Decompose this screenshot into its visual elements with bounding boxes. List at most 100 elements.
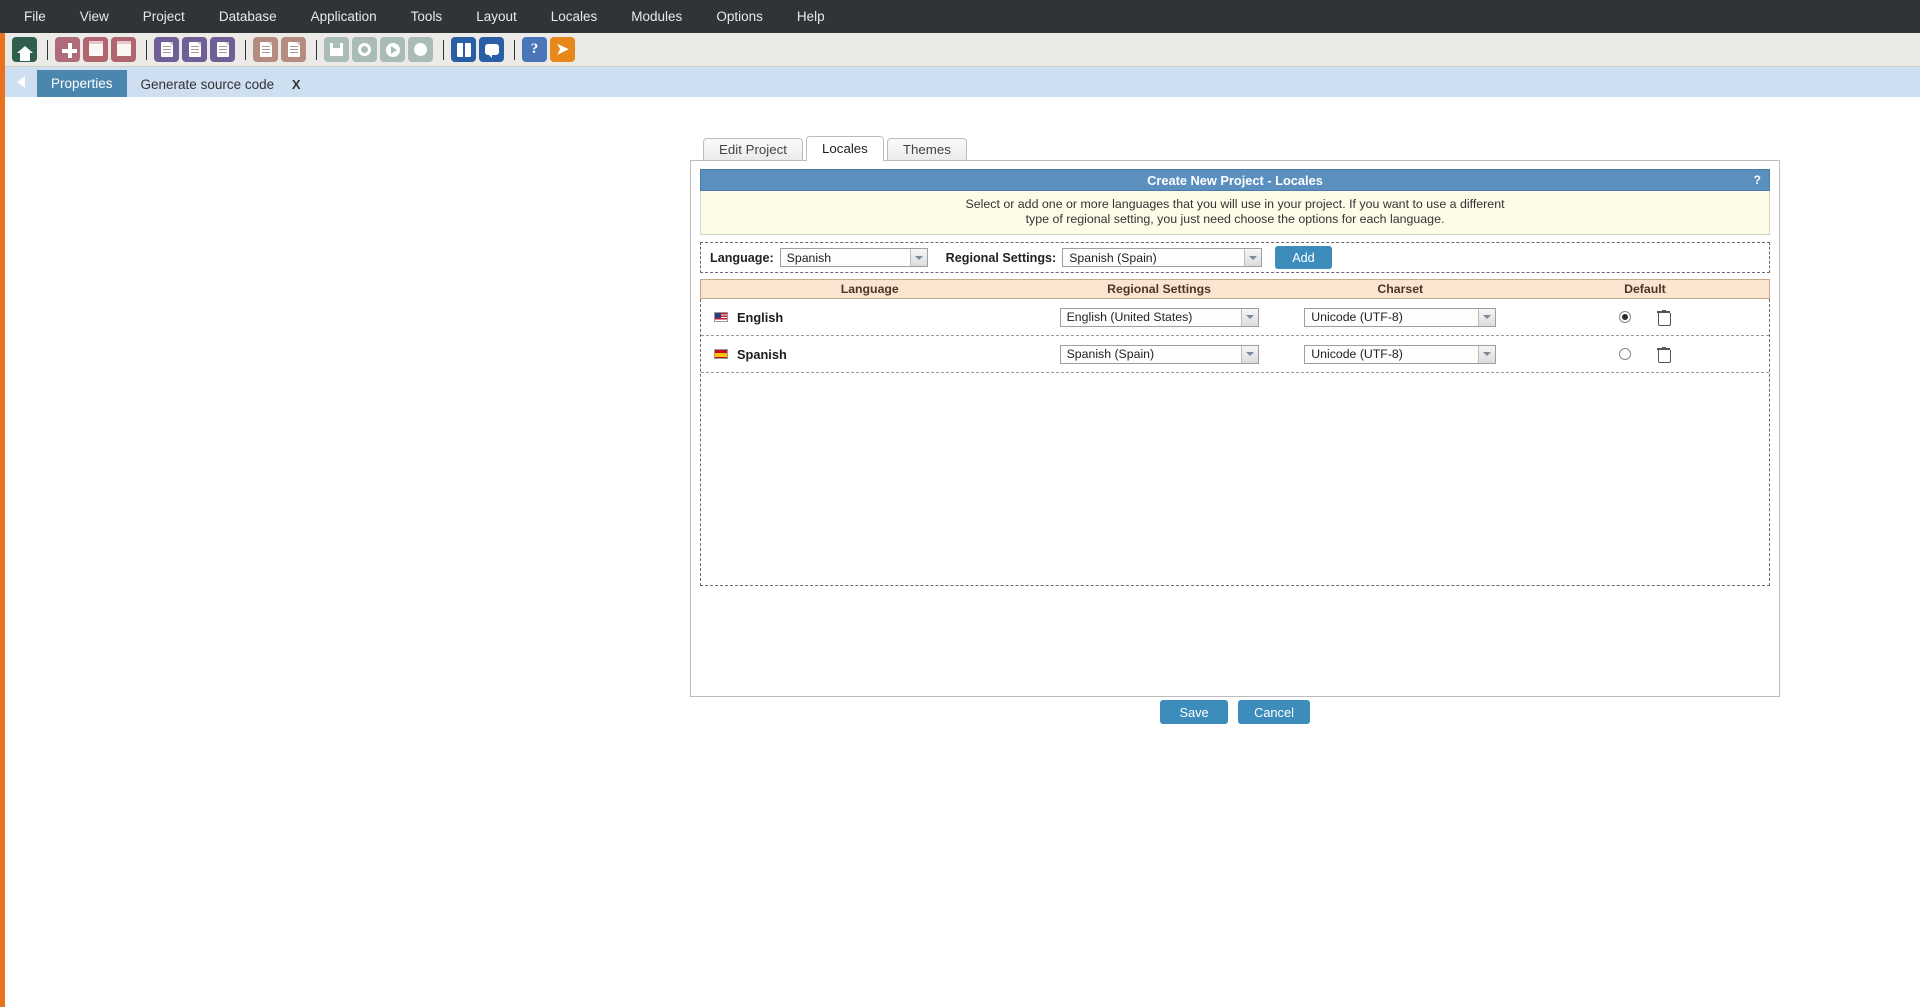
english-row-trash-icon[interactable] bbox=[1657, 309, 1672, 326]
regional-settings-label: Regional Settings: bbox=[945, 250, 1057, 265]
table-header-row: Language Regional Settings Charset Defau… bbox=[700, 279, 1770, 299]
english-row-charset-cell: Unicode (UTF-8) bbox=[1280, 307, 1521, 327]
english-row-default-cell bbox=[1521, 309, 1769, 326]
panel-title-bar: Create New Project - Locales ? bbox=[700, 169, 1770, 191]
menu-item-locales[interactable]: Locales bbox=[534, 0, 615, 33]
regional-settings-select[interactable]: Spanish (Spain) bbox=[1062, 248, 1263, 267]
help-icon[interactable]: ? bbox=[522, 37, 547, 62]
manual-icon[interactable] bbox=[451, 37, 476, 62]
english-row-default-radio[interactable] bbox=[1619, 311, 1632, 323]
new-project-icon[interactable] bbox=[55, 37, 80, 62]
language-select-value: Spanish bbox=[786, 250, 832, 265]
document-tabstrip: Properties Generate source code X bbox=[5, 67, 1920, 97]
menu-item-help[interactable]: Help bbox=[780, 0, 842, 33]
spanish-row-regional-cell: Spanish (Spain) bbox=[1039, 344, 1280, 364]
toolbar-divider bbox=[443, 39, 444, 60]
menu-item-application[interactable]: Application bbox=[294, 0, 394, 33]
left-accent-rail-top bbox=[0, 0, 5, 33]
column-header-charset: Charset bbox=[1377, 282, 1424, 296]
info-message-line1: Select or add one or more languages that… bbox=[965, 197, 1505, 211]
run-icon[interactable] bbox=[380, 37, 405, 62]
spanish-regional-select-value: Spanish (Spain) bbox=[1066, 347, 1155, 361]
column-header-default: Default bbox=[1624, 282, 1666, 296]
copy-document-icon[interactable] bbox=[281, 37, 306, 62]
dialog-tab-edit-project-label: Edit Project bbox=[719, 142, 787, 157]
list-applications-icon[interactable] bbox=[210, 37, 235, 62]
chevron-down-icon[interactable] bbox=[1478, 308, 1496, 326]
add-locale-row: Language: Spanish Regional Settings: Spa… bbox=[700, 242, 1770, 273]
dialog-tab-themes[interactable]: Themes bbox=[886, 138, 967, 161]
menu-item-modules[interactable]: Modules bbox=[614, 0, 699, 33]
table-body: English English (United States) Unicode … bbox=[700, 299, 1770, 586]
flag-us-icon bbox=[714, 312, 728, 322]
deploy-icon[interactable] bbox=[408, 37, 433, 62]
locales-dialog: Edit Project Locales Themes Create New P… bbox=[690, 135, 1780, 697]
new-application-icon[interactable] bbox=[154, 37, 179, 62]
english-row-regional-cell: English (United States) bbox=[1039, 307, 1280, 327]
chevron-down-icon[interactable] bbox=[1240, 345, 1258, 363]
new-document-icon[interactable] bbox=[253, 37, 278, 62]
tab-generate-source-code[interactable]: Generate source code X bbox=[127, 72, 315, 97]
toolbar-divider bbox=[245, 39, 246, 60]
row-language-name: Spanish bbox=[737, 346, 787, 362]
toolbar-divider bbox=[146, 39, 147, 60]
menu-item-layout[interactable]: Layout bbox=[459, 0, 534, 33]
column-header-regional: Regional Settings bbox=[1107, 282, 1211, 296]
row-language-name: English bbox=[737, 309, 784, 325]
locales-panel: Create New Project - Locales ? Select or… bbox=[690, 160, 1780, 697]
chevron-down-icon[interactable] bbox=[1478, 345, 1496, 363]
open-project-icon[interactable] bbox=[83, 37, 108, 62]
back-arrow-icon[interactable] bbox=[5, 67, 37, 97]
english-charset-select-value: Unicode (UTF-8) bbox=[1311, 310, 1403, 324]
info-message-line2: type of regional setting, you just need … bbox=[1025, 212, 1445, 226]
toolbar-divider bbox=[47, 39, 48, 60]
spanish-row-trash-icon[interactable] bbox=[1657, 346, 1672, 363]
chevron-down-icon[interactable] bbox=[1240, 308, 1258, 326]
toolbar-divider bbox=[514, 39, 515, 60]
locales-table: Language Regional Settings Charset Defau… bbox=[700, 279, 1770, 586]
edit-application-icon[interactable] bbox=[182, 37, 207, 62]
support-chat-icon[interactable] bbox=[479, 37, 504, 62]
english-regional-select[interactable]: English (United States) bbox=[1059, 307, 1259, 327]
language-label: Language: bbox=[710, 250, 774, 265]
tab-generate-source-code-label: Generate source code bbox=[140, 77, 275, 92]
panel-help-icon[interactable]: ? bbox=[1754, 173, 1761, 187]
chevron-down-icon[interactable] bbox=[909, 249, 927, 266]
tab-properties[interactable]: Properties bbox=[37, 70, 127, 97]
english-row-language-cell: English bbox=[701, 310, 1039, 325]
add-locale-button[interactable]: Add bbox=[1275, 246, 1332, 269]
menu-item-database[interactable]: Database bbox=[202, 0, 294, 33]
menu-item-options[interactable]: Options bbox=[699, 0, 780, 33]
page-title: Create New Project - Locales bbox=[1147, 172, 1323, 188]
menu-item-view[interactable]: View bbox=[63, 0, 126, 33]
exit-icon[interactable]: ➤ bbox=[550, 37, 575, 62]
language-select[interactable]: Spanish bbox=[779, 248, 928, 267]
info-message: Select or add one or more languages that… bbox=[700, 191, 1770, 235]
save-icon[interactable] bbox=[324, 37, 349, 62]
english-charset-select[interactable]: Unicode (UTF-8) bbox=[1304, 307, 1497, 327]
toolbar-divider bbox=[316, 39, 317, 60]
regional-settings-select-value: Spanish (Spain) bbox=[1069, 250, 1157, 265]
english-regional-select-value: English (United States) bbox=[1066, 310, 1193, 324]
menu-item-file[interactable]: File bbox=[7, 0, 63, 33]
dialog-tab-locales-label: Locales bbox=[822, 141, 868, 156]
menu-item-tools[interactable]: Tools bbox=[394, 0, 460, 33]
spanish-row-default-radio[interactable] bbox=[1619, 348, 1632, 360]
save-button[interactable]: Save bbox=[1160, 700, 1229, 724]
close-project-icon[interactable] bbox=[111, 37, 136, 62]
dialog-tab-locales[interactable]: Locales bbox=[806, 136, 884, 161]
flag-es-icon bbox=[714, 349, 728, 359]
menu-item-project[interactable]: Project bbox=[126, 0, 202, 33]
table-row: English English (United States) Unicode … bbox=[701, 299, 1769, 336]
chevron-down-icon[interactable] bbox=[1244, 249, 1262, 266]
menubar: File View Project Database Application T… bbox=[0, 0, 1920, 33]
cancel-button[interactable]: Cancel bbox=[1238, 700, 1310, 724]
dialog-tab-edit-project[interactable]: Edit Project bbox=[703, 138, 803, 161]
spanish-row-charset-cell: Unicode (UTF-8) bbox=[1280, 344, 1521, 364]
tab-close-icon[interactable]: X bbox=[292, 77, 301, 92]
tab-properties-label: Properties bbox=[51, 76, 113, 91]
spanish-regional-select[interactable]: Spanish (Spain) bbox=[1059, 344, 1259, 364]
settings-icon[interactable] bbox=[352, 37, 377, 62]
spanish-charset-select[interactable]: Unicode (UTF-8) bbox=[1304, 344, 1497, 364]
home-icon[interactable] bbox=[12, 37, 37, 62]
